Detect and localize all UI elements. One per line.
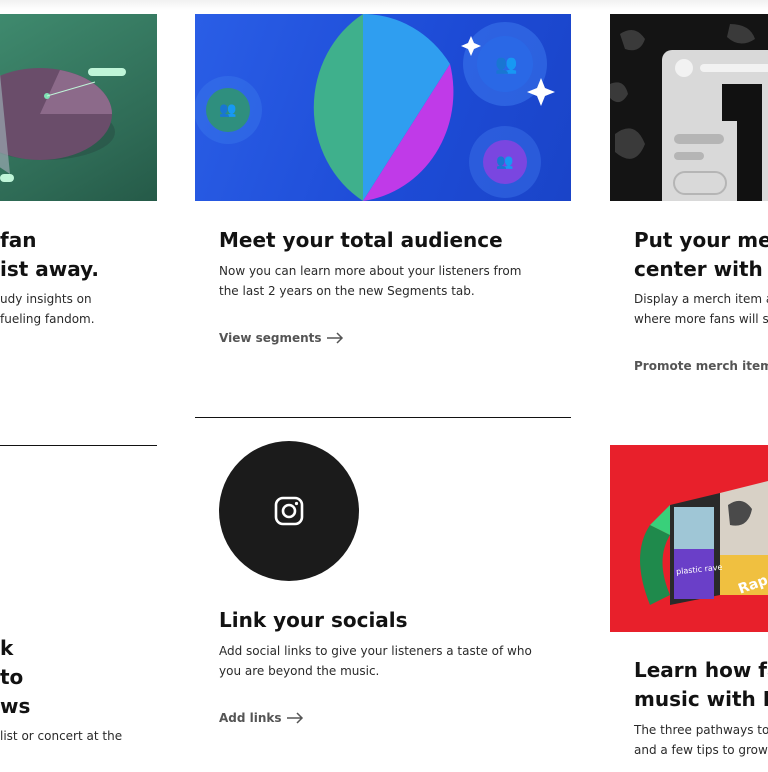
card-1-divider xyxy=(0,445,157,446)
instagram-icon xyxy=(274,496,304,526)
card-2-divider xyxy=(195,417,571,418)
music-tiles-illustration xyxy=(640,481,768,605)
card-1-title: fan ist away. xyxy=(0,228,99,281)
card-2-title: Meet your total audience xyxy=(219,228,503,252)
arrow-right-icon xyxy=(286,712,303,724)
card-1-image[interactable] xyxy=(0,14,157,201)
segments-pie-illustration xyxy=(195,14,555,201)
arrow-right-icon xyxy=(326,332,343,344)
card-6-title: Learn how fa music with M xyxy=(634,658,768,711)
card-3-title: Put your mer center with A xyxy=(634,228,768,281)
card-4-description: list or concert at the xyxy=(0,729,123,743)
add-links-link[interactable]: Add links xyxy=(219,711,304,725)
donut-chart-illustration xyxy=(0,68,126,182)
people-icon: 👥 xyxy=(219,102,237,118)
card-6-image[interactable]: plastic rave Rap xyxy=(610,445,768,632)
card-5-description: Add social links to give your listeners … xyxy=(219,644,532,678)
card-4-title: k to ws xyxy=(0,636,31,718)
add-links-label: Add links xyxy=(219,711,282,725)
card-2-image[interactable]: 👥 👥 👥 xyxy=(195,14,571,201)
view-segments-label: View segments xyxy=(219,331,322,345)
merch-phone-illustration xyxy=(610,24,768,201)
people-icon: 👥 xyxy=(496,154,514,170)
card-3-image[interactable] xyxy=(610,14,768,201)
card-6-description: The three pathways to and a few tips to … xyxy=(634,723,768,757)
card-5-title: Link your socials xyxy=(219,608,408,632)
top-shadow xyxy=(0,0,768,10)
promote-merch-label: Promote merch item xyxy=(634,359,768,373)
promote-merch-link[interactable]: Promote merch item xyxy=(634,359,768,373)
card-3-description: Display a merch item a where more fans w… xyxy=(634,292,768,326)
card-2-description: Now you can learn more about your listen… xyxy=(219,264,522,298)
people-icon: 👥 xyxy=(495,54,518,75)
view-segments-link[interactable]: View segments xyxy=(219,331,344,345)
instagram-circle[interactable] xyxy=(219,441,359,581)
card-1-description: udy insights on fueling fandom. xyxy=(0,292,95,326)
